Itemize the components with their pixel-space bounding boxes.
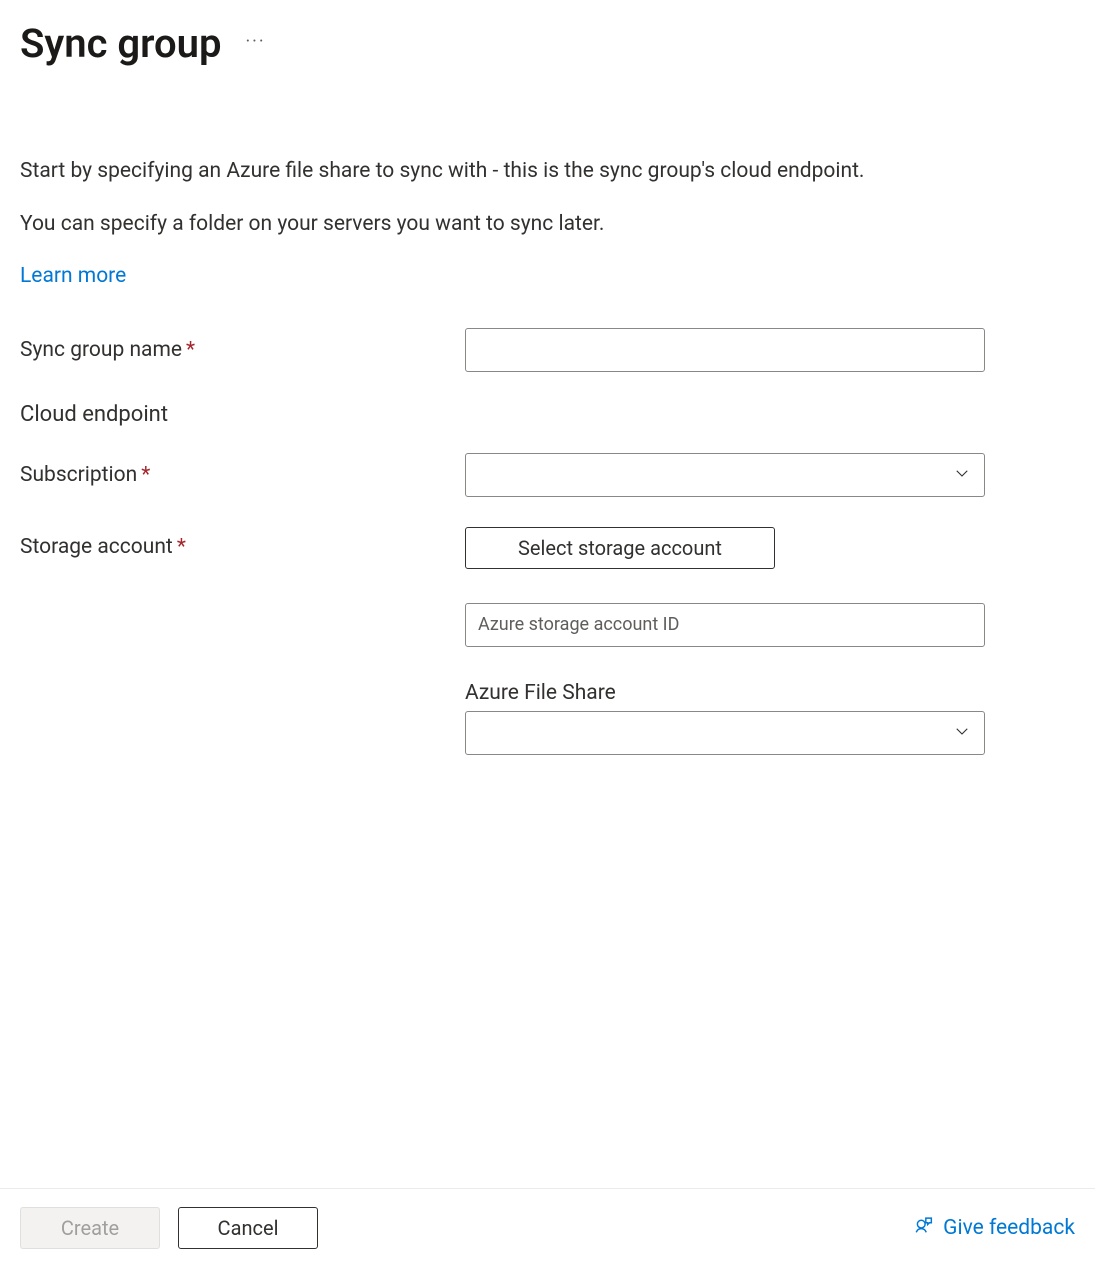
footer-actions: Create Cancel — [20, 1207, 318, 1249]
sync-group-name-label: Sync group name* — [20, 338, 465, 362]
storage-account-id-input[interactable] — [465, 603, 985, 647]
azure-file-share-label: Azure File Share — [465, 681, 1075, 705]
required-star-icon: * — [186, 338, 195, 362]
give-feedback-text: Give feedback — [943, 1216, 1075, 1240]
more-actions-icon[interactable]: ··· — [245, 31, 265, 56]
subscription-select[interactable] — [465, 453, 985, 497]
sync-group-name-input[interactable] — [465, 328, 985, 372]
required-star-icon: * — [177, 535, 186, 559]
subscription-select-wrap — [465, 453, 985, 497]
page-title: Sync group — [20, 20, 221, 67]
subscription-label: Subscription* — [20, 463, 465, 487]
cancel-button[interactable]: Cancel — [178, 1207, 318, 1249]
sync-group-name-label-text: Sync group name — [20, 338, 182, 362]
page-header: Sync group ··· — [20, 20, 1075, 67]
storage-account-label: Storage account* — [20, 527, 465, 647]
sync-group-name-row: Sync group name* — [20, 328, 1075, 372]
azure-file-share-row — [465, 711, 1075, 755]
select-storage-account-button[interactable]: Select storage account — [465, 527, 775, 569]
azure-file-share-select[interactable] — [465, 711, 985, 755]
storage-account-controls: Select storage account — [465, 527, 985, 647]
give-feedback-link[interactable]: Give feedback — [913, 1214, 1075, 1242]
azure-file-share-select-wrap — [465, 711, 985, 755]
intro-line-2: You can specify a folder on your servers… — [20, 210, 1075, 239]
storage-account-row: Storage account* Select storage account — [20, 527, 1075, 647]
cloud-endpoint-heading: Cloud endpoint — [20, 402, 1075, 427]
required-star-icon: * — [141, 463, 150, 487]
create-button[interactable]: Create — [20, 1207, 160, 1249]
intro-text: Start by specifying an Azure file share … — [20, 157, 1075, 240]
intro-line-1: Start by specifying an Azure file share … — [20, 157, 1075, 186]
subscription-row: Subscription* — [20, 453, 1075, 497]
feedback-icon — [913, 1214, 935, 1242]
learn-more-link[interactable]: Learn more — [20, 264, 126, 288]
subscription-label-text: Subscription — [20, 463, 137, 487]
footer-bar: Create Cancel Give feedback — [0, 1188, 1095, 1267]
storage-account-label-text: Storage account — [20, 535, 173, 559]
